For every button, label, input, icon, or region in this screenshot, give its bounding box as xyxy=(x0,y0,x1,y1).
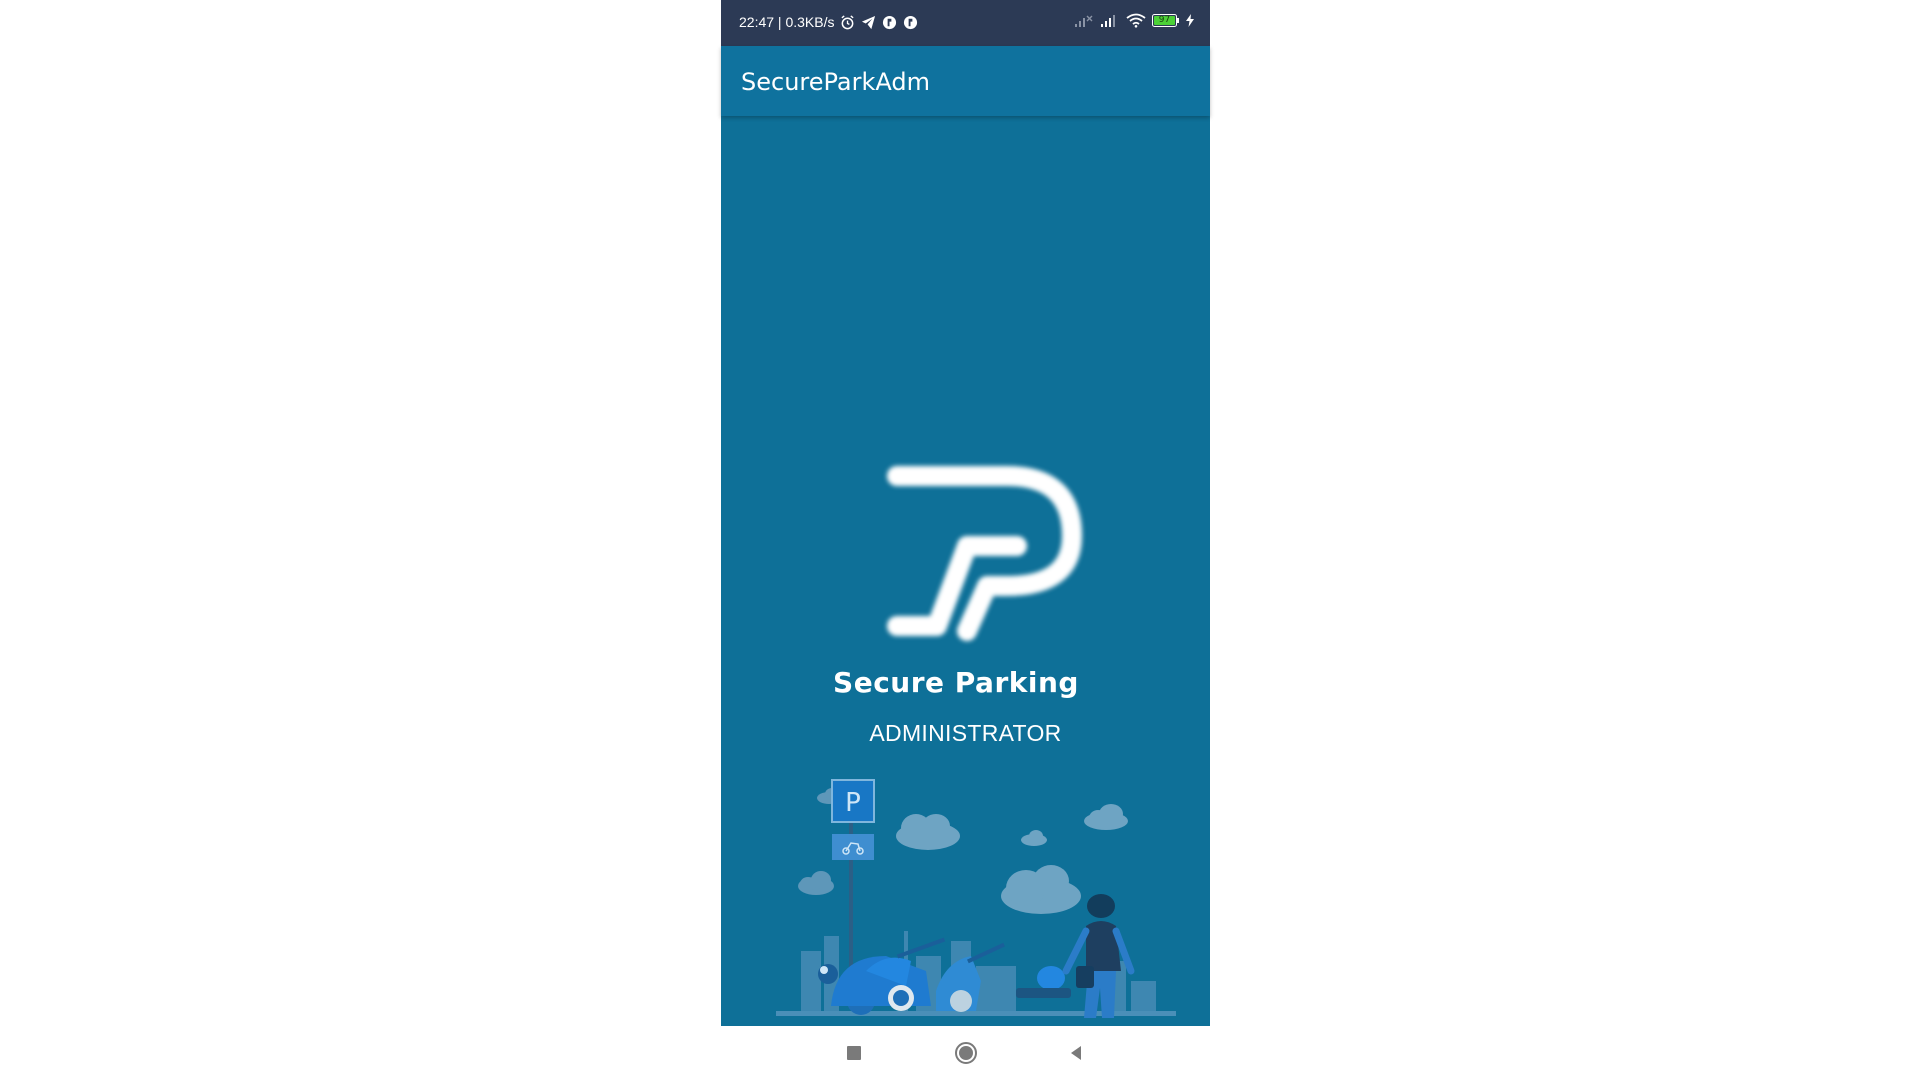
telegram-icon xyxy=(862,15,876,29)
signal-icon xyxy=(1101,14,1115,27)
cloud-icon xyxy=(896,814,960,850)
home-icon xyxy=(955,1042,977,1064)
battery-level: 97 xyxy=(1158,15,1171,25)
brand-subtitle: ADMINISTRATOR xyxy=(869,720,1062,746)
status-bar: 22:47 | 0.3KB/s 97 xyxy=(721,0,1210,46)
sp-logo xyxy=(887,466,1082,641)
signal-icon xyxy=(1075,15,1093,27)
app-icon xyxy=(883,15,897,29)
status-left: 22:47 | 0.3KB/s xyxy=(739,14,918,30)
status-time-speed: 22:47 | 0.3KB/s xyxy=(739,14,835,30)
sign-letter: P xyxy=(845,788,861,818)
cloud-icon xyxy=(798,871,834,895)
status-right: 97 xyxy=(1074,13,1194,28)
cloud-icon xyxy=(1001,865,1081,914)
phone-screen: 22:47 | 0.3KB/s 97 SecureParkAdm Secure … xyxy=(721,0,1210,1080)
cloud-icon xyxy=(1021,830,1047,846)
brand-name: Secure Parking xyxy=(833,666,1079,699)
cloud-icon xyxy=(1084,804,1128,830)
charging-icon xyxy=(1186,14,1194,27)
back-icon xyxy=(1071,1046,1081,1060)
recents-button[interactable] xyxy=(839,1038,869,1068)
app-title: SecureParkAdm xyxy=(741,68,930,96)
wifi-icon xyxy=(1126,13,1146,28)
nav-bar xyxy=(721,1026,1210,1080)
alarm-icon xyxy=(841,14,855,29)
battery-icon: 97 xyxy=(1152,14,1180,27)
parking-scene-illustration: P xyxy=(776,779,1176,1018)
home-button[interactable] xyxy=(951,1038,981,1068)
app-icon xyxy=(904,15,918,29)
back-button[interactable] xyxy=(1061,1038,1091,1068)
recents-icon xyxy=(847,1046,861,1060)
splash-content: Secure Parking ADMINISTRATOR P xyxy=(721,116,1210,1026)
app-bar: SecureParkAdm xyxy=(721,46,1210,116)
